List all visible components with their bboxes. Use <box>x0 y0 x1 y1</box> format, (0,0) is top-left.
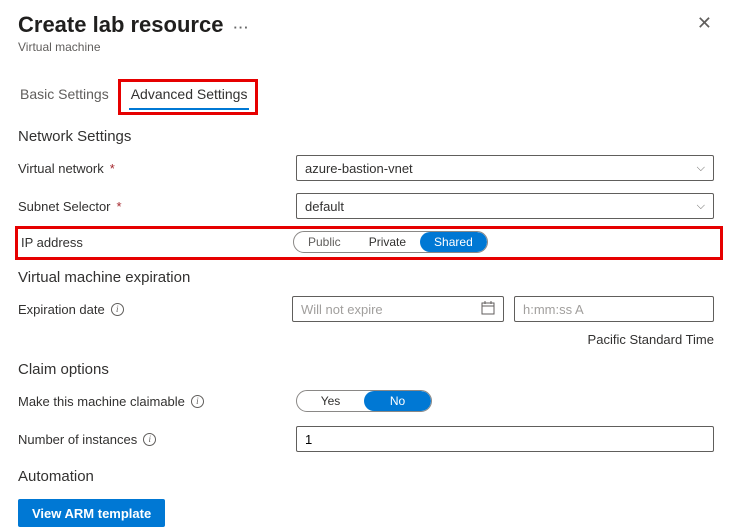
claimable-toggle[interactable]: Yes No <box>296 390 432 412</box>
subnet-selector-select[interactable]: default ⌵ <box>296 193 714 219</box>
virtual-network-select[interactable]: azure-bastion-vnet ⌵ <box>296 155 714 181</box>
view-arm-template-button[interactable]: View ARM template <box>18 499 165 527</box>
chevron-down-icon: ⌵ <box>697 162 705 175</box>
expiration-time-input[interactable]: h:mm:ss A <box>514 296 714 322</box>
section-vm-expiration: Virtual machine expiration <box>18 269 714 286</box>
tab-basic-settings[interactable]: Basic Settings <box>18 82 111 110</box>
page-subtitle: Virtual machine <box>18 40 249 54</box>
ip-address-toggle[interactable]: Public Private Shared <box>293 231 488 253</box>
calendar-icon[interactable] <box>481 301 495 318</box>
claimable-no[interactable]: No <box>364 391 431 411</box>
section-automation: Automation <box>18 468 714 485</box>
subnet-selector-label: Subnet Selector* <box>18 199 296 214</box>
claimable-label: Make this machine claimable i <box>18 394 296 409</box>
close-icon[interactable]: ✕ <box>695 12 714 34</box>
section-claim-options: Claim options <box>18 361 714 378</box>
more-icon[interactable]: ··· <box>233 20 249 35</box>
instances-label: Number of instances i <box>18 432 296 447</box>
tab-bar: Basic Settings Advanced Settings <box>18 82 714 110</box>
ip-address-label: IP address <box>18 235 293 250</box>
ip-option-private[interactable]: Private <box>355 232 420 252</box>
expiration-date-input[interactable]: Will not expire <box>292 296 504 322</box>
page-title: Create lab resource··· <box>18 12 249 38</box>
instances-input[interactable] <box>296 426 714 452</box>
expiration-date-label: Expiration date i <box>18 302 292 317</box>
ip-option-public[interactable]: Public <box>294 232 355 252</box>
virtual-network-label: Virtual network* <box>18 161 296 176</box>
info-icon[interactable]: i <box>143 433 156 446</box>
claimable-yes[interactable]: Yes <box>297 391 364 411</box>
ip-option-shared[interactable]: Shared <box>420 232 487 252</box>
info-icon[interactable]: i <box>191 395 204 408</box>
tab-advanced-settings[interactable]: Advanced Settings <box>129 82 250 110</box>
info-icon[interactable]: i <box>111 303 124 316</box>
chevron-down-icon: ⌵ <box>697 200 705 213</box>
timezone-label: Pacific Standard Time <box>18 332 714 347</box>
section-network: Network Settings <box>18 128 714 145</box>
